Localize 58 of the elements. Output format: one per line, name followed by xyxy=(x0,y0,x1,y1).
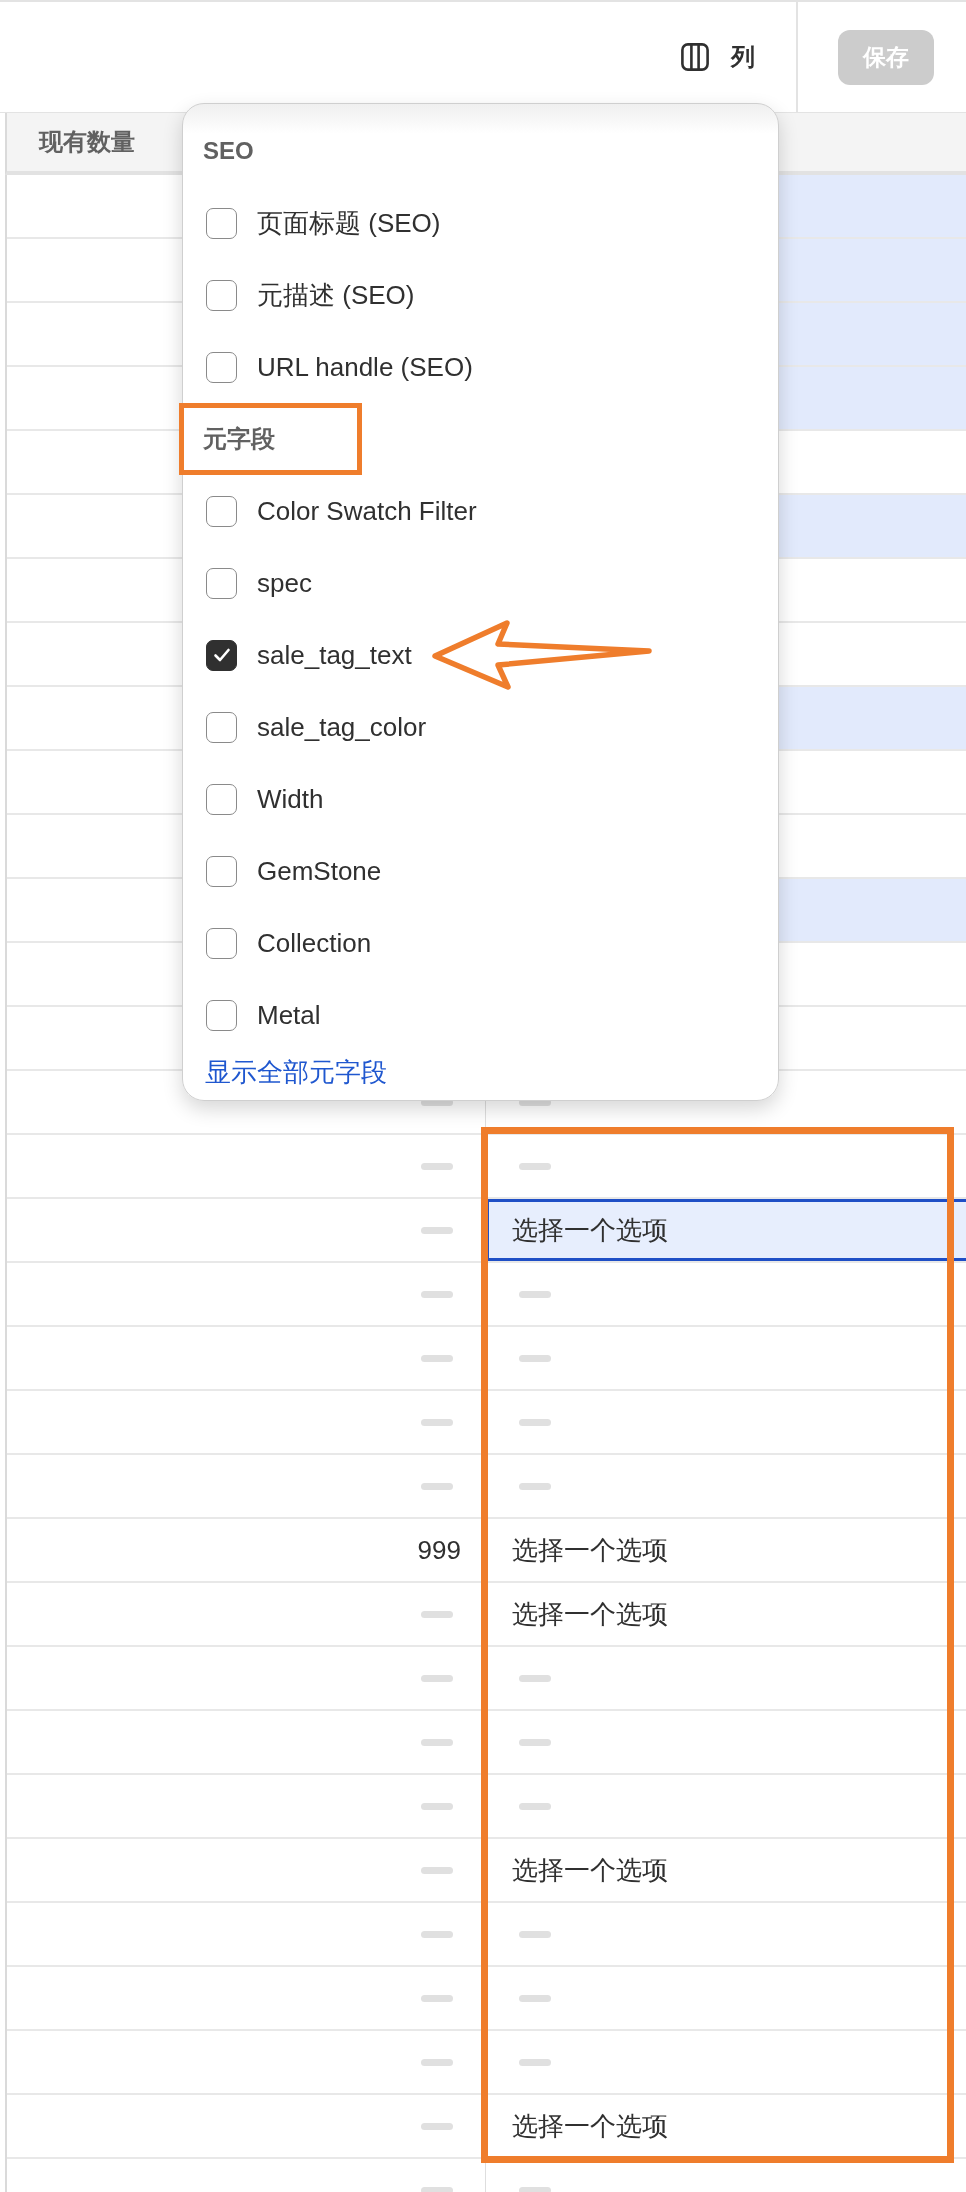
columns-button[interactable]: 列 xyxy=(669,33,767,81)
checkbox-label[interactable]: GemStone xyxy=(257,855,382,887)
checkbox-label[interactable]: spec xyxy=(257,567,312,599)
checkbox-label[interactable]: Width xyxy=(257,783,324,815)
dash-icon xyxy=(421,1290,453,1298)
dash-icon xyxy=(421,1418,453,1426)
checkbox-label[interactable]: Collection xyxy=(257,927,372,959)
section-title: SEO xyxy=(203,137,254,165)
checkbox[interactable] xyxy=(206,855,237,887)
dash-icon xyxy=(421,1866,453,1874)
dash-icon xyxy=(519,1930,551,1938)
checkbox[interactable] xyxy=(206,711,237,743)
checkbox[interactable] xyxy=(206,999,237,1031)
dash-icon xyxy=(519,1802,551,1810)
check-icon xyxy=(212,646,231,664)
dash-icon xyxy=(421,1930,453,1938)
dash-icon xyxy=(421,1162,453,1170)
checkbox-label[interactable]: sale_tag_color xyxy=(257,711,427,743)
dash-icon xyxy=(421,1994,453,2002)
checkbox[interactable] xyxy=(206,351,237,383)
checkbox-label[interactable]: 元描述 (SEO) xyxy=(257,277,415,313)
dash-icon xyxy=(519,1674,551,1682)
checkbox[interactable] xyxy=(206,207,237,239)
dash-icon xyxy=(519,1290,551,1298)
dash-icon xyxy=(519,2058,551,2066)
dash-icon xyxy=(421,1610,453,1618)
checkbox-label[interactable]: sale_tag_text xyxy=(257,639,412,671)
table-cell: 999 xyxy=(7,1519,485,1583)
checkbox-label[interactable]: Color Swatch Filter xyxy=(257,495,477,527)
checkbox[interactable] xyxy=(206,639,237,671)
dash-icon xyxy=(519,1162,551,1170)
section-title: 元字段 xyxy=(203,424,275,454)
dash-icon xyxy=(421,2122,453,2130)
dash-icon xyxy=(421,1226,453,1234)
dash-icon xyxy=(421,2058,453,2066)
dash-icon xyxy=(421,1674,453,1682)
checkbox[interactable] xyxy=(206,279,237,311)
dash-icon xyxy=(421,1482,453,1490)
checkbox-label[interactable]: Metal xyxy=(257,999,321,1031)
checkbox-label[interactable]: URL handle (SEO) xyxy=(257,351,473,383)
dash-icon xyxy=(519,1738,551,1746)
dash-icon xyxy=(421,1738,453,1746)
checkbox[interactable] xyxy=(206,567,237,599)
columns-icon xyxy=(681,43,709,71)
dash-icon xyxy=(421,1802,453,1810)
dash-icon xyxy=(421,1354,453,1362)
show-all-link[interactable]: 显示全部元字段 xyxy=(205,1051,387,1093)
dash-icon xyxy=(519,1354,551,1362)
checkbox[interactable] xyxy=(206,783,237,815)
option-select[interactable]: 选择一个选项 xyxy=(485,1199,966,1263)
checkbox-label[interactable]: 页面标题 (SEO) xyxy=(257,205,441,241)
dash-icon xyxy=(519,1994,551,2002)
checkbox[interactable] xyxy=(206,495,237,527)
dash-icon xyxy=(519,1482,551,1490)
checkbox[interactable] xyxy=(206,927,237,959)
dash-icon xyxy=(519,1418,551,1426)
column-header: 现有数量 xyxy=(39,127,135,157)
dash-icon xyxy=(421,2186,453,2192)
